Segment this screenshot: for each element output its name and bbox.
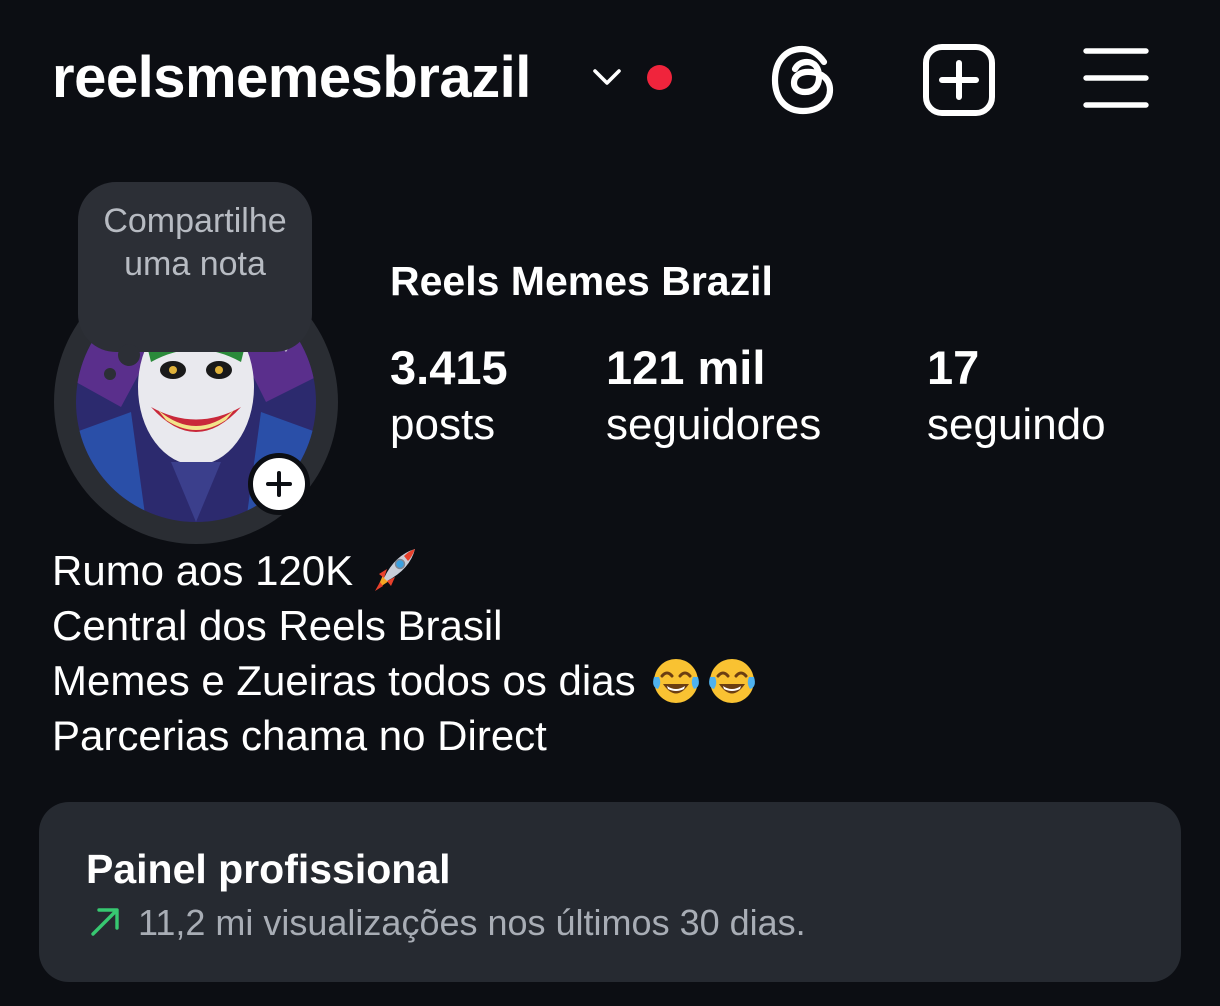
bio-line: Rumo aos 120K bbox=[52, 543, 758, 598]
trending-up-arrow-icon bbox=[91, 908, 119, 936]
hamburger-menu-icon[interactable] bbox=[1082, 45, 1150, 111]
bio: Rumo aos 120K Central dos Reels Brasil M… bbox=[52, 543, 758, 763]
dashboard-title: Painel profissional bbox=[86, 846, 451, 892]
top-bar: reelsmemesbrazil bbox=[0, 0, 1220, 160]
laughing-emoji-icon bbox=[706, 655, 758, 707]
rocket-icon bbox=[367, 545, 419, 597]
stat-value: 3.415 bbox=[390, 341, 508, 394]
professional-dashboard-card[interactable]: Painel profissional 11,2 mi visualizaçõe… bbox=[39, 802, 1181, 982]
note-placeholder: Compartilhe uma nota bbox=[103, 202, 287, 283]
bio-text: Central dos Reels Brasil bbox=[52, 602, 503, 649]
threads-icon[interactable] bbox=[769, 44, 837, 116]
stat-following[interactable]: 17 seguindo bbox=[927, 340, 1106, 454]
stat-value: 121 mil bbox=[606, 341, 766, 394]
dashboard-views-summary: 11,2 mi visualizações nos últimos 30 dia… bbox=[138, 902, 806, 943]
bio-text: Rumo aos 120K bbox=[52, 547, 354, 594]
profile-screen: reelsmemesbrazil Compartilhe uma nota Re… bbox=[0, 0, 1220, 1006]
stat-label: seguindo bbox=[927, 400, 1106, 449]
laughing-emoji-icon bbox=[650, 655, 702, 707]
stat-posts[interactable]: 3.415 posts bbox=[390, 340, 508, 454]
stat-value: 17 bbox=[927, 341, 980, 394]
plus-icon bbox=[266, 471, 292, 497]
username[interactable]: reelsmemesbrazil bbox=[52, 46, 531, 110]
bio-line: Memes e Zueiras todos os dias bbox=[52, 653, 758, 708]
display-name: Reels Memes Brazil bbox=[390, 258, 773, 304]
add-story-button[interactable] bbox=[248, 453, 310, 515]
stat-label: seguidores bbox=[606, 400, 822, 449]
bio-text: Parcerias chama no Direct bbox=[52, 712, 547, 759]
note-bubble-tail bbox=[118, 344, 140, 366]
chevron-down-icon[interactable] bbox=[589, 64, 625, 90]
bio-text: Memes e Zueiras todos os dias bbox=[52, 657, 636, 704]
stat-label: posts bbox=[390, 400, 496, 449]
note-bubble-tail-small bbox=[104, 368, 116, 380]
bio-line: Central dos Reels Brasil bbox=[52, 598, 758, 653]
notification-dot bbox=[647, 65, 672, 90]
plus-square-icon[interactable] bbox=[921, 42, 997, 118]
stat-followers[interactable]: 121 mil seguidores bbox=[606, 340, 821, 454]
bio-line: Parcerias chama no Direct bbox=[52, 708, 758, 763]
